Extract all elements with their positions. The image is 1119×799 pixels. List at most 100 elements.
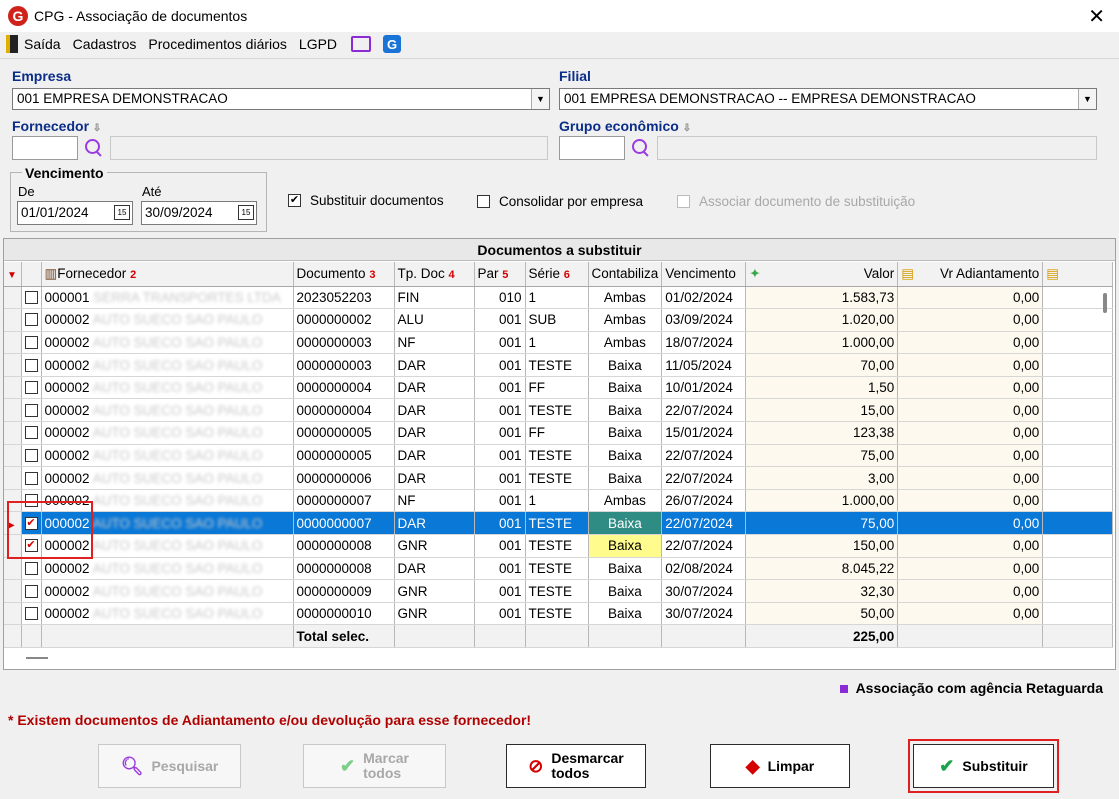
total-row: Total selec. 225,00 (4, 624, 1114, 648)
cell-fornecedor: 000002 AUTO SUECO SAO PAULO (41, 557, 294, 581)
chevron-down-icon[interactable]: ▼ (531, 89, 549, 109)
monitor-icon[interactable] (351, 36, 372, 52)
cell-extra (1042, 579, 1114, 603)
fornecedor-code-input[interactable] (12, 136, 78, 160)
row-checkbox[interactable] (24, 381, 38, 395)
row-checkbox[interactable] (24, 448, 38, 462)
row-indicator (4, 331, 22, 355)
table-row[interactable]: 000002 AUTO SUECO SAO PAULO 0000000003 DAR… (4, 353, 1114, 377)
row-checkbox-cell[interactable] (21, 421, 42, 445)
calendar-icon[interactable]: 15 (238, 205, 254, 220)
search-icon[interactable] (84, 138, 104, 158)
row-checkbox-cell[interactable] (21, 444, 42, 468)
header-vr-adiantamento[interactable]: ▤ Vr Adiantamento (897, 262, 1044, 287)
g-app-icon[interactable]: G (383, 35, 402, 53)
marcar-todos-button[interactable]: ✔ Marcar todos (303, 744, 446, 788)
chevron-down-icon[interactable]: ▼ (1078, 89, 1096, 109)
row-checkbox-cell[interactable] (21, 331, 42, 355)
cell-par: 001 (474, 353, 526, 377)
row-checkbox-cell[interactable] (21, 557, 42, 581)
table-row[interactable]: 000002 AUTO SUECO SAO PAULO 0000000008 DAR… (4, 557, 1114, 581)
row-indicator (4, 398, 22, 423)
table-row[interactable]: 000002 AUTO SUECO SAO PAULO 0000000004 DAR… (4, 376, 1114, 400)
header-serie[interactable]: Série 6 (525, 262, 589, 287)
table-row[interactable]: 000002 AUTO SUECO SAO PAULO 0000000009 GNR… (4, 579, 1114, 603)
legend: Associação com agência Retaguarda (839, 680, 1103, 696)
substituir-checkbox[interactable]: ✔ (288, 194, 301, 207)
row-checkbox[interactable] (24, 607, 38, 621)
consolidar-checkbox[interactable] (477, 195, 490, 208)
row-checkbox[interactable] (24, 358, 38, 372)
filial-select[interactable]: 001 EMPRESA DEMONSTRACAO -- EMPRESA DEMO… (559, 88, 1097, 110)
close-icon[interactable]: ✕ (1088, 4, 1105, 29)
header-extra: ▤ (1042, 262, 1114, 287)
row-checkbox-cell[interactable] (21, 286, 42, 310)
menu-lgpd[interactable]: LGPD (299, 36, 337, 52)
fornecedor-name-blurred: AUTO SUECO SAO PAULO (92, 402, 263, 418)
header-par[interactable]: Par 5 (474, 262, 526, 287)
row-checkbox[interactable] (24, 335, 38, 349)
menu-cadastros[interactable]: Cadastros (73, 36, 137, 52)
row-checkbox[interactable] (24, 584, 38, 598)
header-valor[interactable]: ✦ Valor (745, 262, 899, 287)
row-checkbox-cell[interactable] (21, 466, 42, 490)
header-tpdoc[interactable]: Tp. Doc 4 (394, 262, 475, 287)
pesquisar-button[interactable]: 🔍︎ Pesquisar (98, 744, 241, 788)
cell-valor: 15,00 (745, 398, 899, 423)
date-from-input[interactable]: 01/01/2024 15 (17, 201, 133, 225)
row-checkbox-cell[interactable] (21, 308, 42, 332)
fornecedor-name-blurred: AUTO SUECO SAO PAULO (92, 312, 263, 328)
limpar-button[interactable]: ◆ Limpar (710, 744, 850, 788)
row-checkbox-cell[interactable] (21, 602, 42, 626)
row-checkbox-cell[interactable] (21, 398, 42, 423)
calendar-icon[interactable]: 15 (114, 205, 130, 220)
empresa-value: 001 EMPRESA DEMONSTRACAO (17, 91, 228, 106)
desmarcar-todos-button[interactable]: ⊘ Desmarcar todos (506, 744, 646, 788)
cell-tpdoc: GNR (394, 579, 475, 603)
row-checkbox[interactable] (24, 403, 38, 417)
empresa-select[interactable]: 001 EMPRESA DEMONSTRACAO ▼ (12, 88, 550, 110)
scroll-handle[interactable] (26, 657, 48, 659)
vertical-scrollbar[interactable] (1103, 293, 1107, 313)
cell-documento: 0000000004 (293, 376, 395, 400)
row-checkbox[interactable] (24, 471, 38, 485)
exit-door-icon[interactable] (6, 35, 18, 53)
table-row[interactable]: 000002 AUTO SUECO SAO PAULO 0000000006 DAR… (4, 466, 1114, 490)
row-checkbox-cell[interactable] (21, 579, 42, 603)
substituir-button[interactable]: ✔ Substituir (908, 739, 1059, 793)
menu-procedimentos[interactable]: Procedimentos diários (148, 36, 287, 52)
table-row[interactable]: 000002 AUTO SUECO SAO PAULO 0000000004 DAR… (4, 398, 1114, 423)
table-row[interactable]: ▶ ✔ 000002 AUTO SUECO SAO PAULO 0000000007 D… (4, 511, 1114, 536)
date-to-input[interactable]: 30/09/2024 15 (141, 201, 257, 225)
search-icon[interactable] (631, 138, 651, 158)
header-documento[interactable]: Documento 3 (293, 262, 395, 287)
header-fornecedor[interactable]: ▥Fornecedor 2 (41, 262, 294, 287)
cell-vr-adiantamento: 0,00 (897, 579, 1044, 603)
table-row[interactable]: 000002 AUTO SUECO SAO PAULO 0000000007 NF 0… (4, 489, 1114, 513)
row-checkbox[interactable] (24, 561, 38, 575)
row-checkbox[interactable] (24, 290, 38, 304)
app-logo-icon: G (8, 6, 28, 26)
cell-serie: SUB (525, 308, 589, 332)
grid-header: ▼ ▥Fornecedor 2 Documento 3 Tp. Doc 4 Pa… (4, 262, 1114, 287)
divider (0, 58, 1119, 59)
row-checkbox-cell[interactable] (21, 376, 42, 400)
table-row[interactable]: ✔ 000002 AUTO SUECO SAO PAULO 0000000008 GN… (4, 534, 1114, 558)
cell-fornecedor: 000002 AUTO SUECO SAO PAULO (41, 579, 294, 603)
grupo-code-input[interactable] (559, 136, 625, 160)
table-row[interactable]: 000002 AUTO SUECO SAO PAULO 0000000003 NF 0… (4, 331, 1114, 355)
header-vencimento[interactable]: Vencimento (661, 262, 747, 287)
row-checkbox[interactable] (24, 426, 38, 440)
table-row[interactable]: 000002 AUTO SUECO SAO PAULO 0000000002 ALU… (4, 308, 1114, 332)
row-checkbox[interactable] (24, 313, 38, 327)
header-contabiliza[interactable]: Contabiliza (588, 262, 663, 287)
cell-contabiliza: Ambas (588, 286, 663, 310)
table-row[interactable]: 000002 AUTO SUECO SAO PAULO 0000000005 DAR… (4, 444, 1114, 468)
table-row[interactable]: 000001 SERRA TRANSPORTES LTDA 2023052203 F… (4, 286, 1114, 310)
cell-serie: TESTE (525, 466, 589, 490)
cell-par: 001 (474, 376, 526, 400)
menu-saida[interactable]: Saída (24, 36, 61, 52)
table-row[interactable]: 000002 AUTO SUECO SAO PAULO 0000000005 DAR… (4, 421, 1114, 445)
table-row[interactable]: 000002 AUTO SUECO SAO PAULO 0000000010 GNR… (4, 602, 1114, 626)
row-checkbox-cell[interactable] (21, 353, 42, 377)
